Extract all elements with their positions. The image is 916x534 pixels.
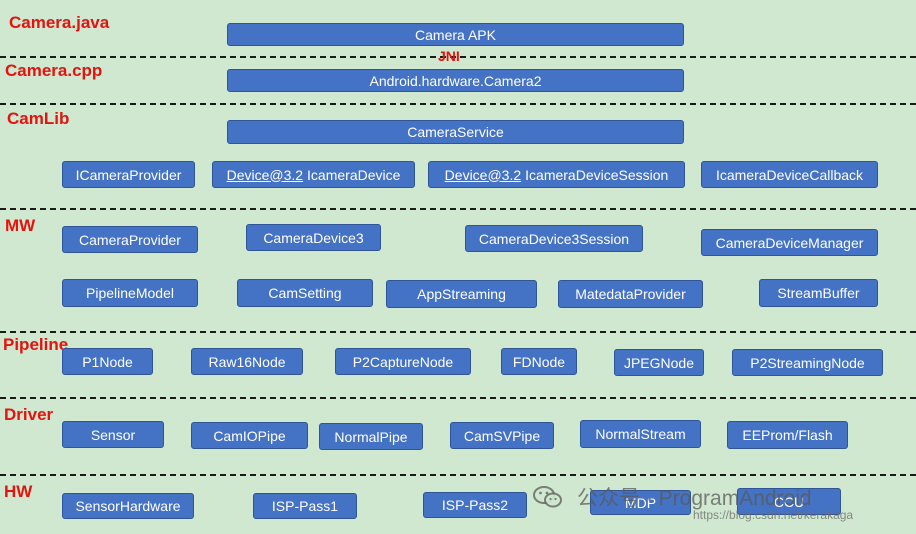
camera-device3-box: CameraDevice3 — [246, 224, 381, 251]
fd-node-box: FDNode — [501, 348, 577, 375]
camera-device3-session-box: CameraDevice3Session — [465, 225, 643, 252]
camera-service-box: CameraService — [227, 120, 684, 144]
separator-driver-hw — [0, 474, 916, 476]
layer-label-java: Camera.java — [9, 13, 110, 32]
camera-apk-box: Camera APK — [227, 23, 684, 46]
camera-device-manager-box: CameraDeviceManager — [701, 229, 878, 256]
cam-io-pipe-box: CamIOPipe — [191, 422, 308, 449]
layer-label-driver: Driver — [4, 405, 54, 424]
icamera-device-session-label: IcameraDeviceSession — [525, 166, 669, 183]
android-camera2-box: Android.hardware.Camera2 — [227, 69, 684, 92]
normal-pipe-box: NormalPipe — [319, 423, 423, 450]
matedata-provider-box: MatedataProvider — [558, 280, 703, 308]
isp-pass2-box: ISP-Pass2 — [423, 492, 527, 518]
isp-pass1-box: ISP-Pass1 — [253, 493, 357, 519]
raw16-node-box: Raw16Node — [191, 348, 303, 375]
architecture-diagram: Camera.java Camera.cpp CamLib MW Pipelin… — [0, 0, 916, 534]
layer-label-cpp: Camera.cpp — [5, 61, 103, 80]
separator-cpp-camlib — [0, 103, 916, 105]
p2-capture-node-box: P2CaptureNode — [335, 348, 471, 375]
separator-pipeline-driver — [0, 397, 916, 399]
icamera-device-session-box: Device@3.2 IcameraDeviceSession — [428, 161, 685, 188]
icamera-device-box: Device@3.2 IcameraDevice — [212, 161, 415, 188]
camera-provider-box: CameraProvider — [62, 226, 198, 253]
layer-label-camlib: CamLib — [7, 109, 70, 128]
jpeg-node-box: JPEGNode — [614, 349, 704, 376]
device-version-link: Device@3.2 — [226, 166, 304, 183]
pipeline-model-box: PipelineModel — [62, 279, 198, 307]
jni-label: JNI — [438, 48, 460, 64]
layer-label-mw: MW — [5, 216, 36, 235]
stream-buffer-box: StreamBuffer — [759, 279, 878, 307]
eeprom-flash-box: EEProm/Flash — [727, 421, 848, 449]
sensor-box: Sensor — [62, 421, 164, 448]
device-version-link: Device@3.2 — [444, 166, 522, 183]
icamera-device-label: IcameraDevice — [307, 166, 401, 183]
cam-sv-pipe-box: CamSVPipe — [450, 422, 554, 449]
normal-stream-box: NormalStream — [580, 420, 701, 448]
watermark-url: https://blog.csdn.net/kerakaga — [693, 508, 854, 522]
cam-setting-box: CamSetting — [237, 279, 373, 307]
wechat-icon — [533, 486, 562, 508]
icamera-provider-box: ICameraProvider — [62, 161, 195, 188]
separator-camlib-mw — [0, 208, 916, 210]
layer-label-hw: HW — [4, 482, 33, 501]
p2-streaming-node-box: P2StreamingNode — [732, 349, 883, 376]
icamera-device-callback-box: IcameraDeviceCallback — [701, 161, 878, 188]
sensor-hardware-box: SensorHardware — [62, 493, 194, 519]
separator-mw-pipeline — [0, 331, 916, 333]
app-streaming-box: AppStreaming — [386, 280, 537, 308]
p1-node-box: P1Node — [62, 348, 153, 375]
layer-label-pipeline: Pipeline — [3, 335, 69, 354]
